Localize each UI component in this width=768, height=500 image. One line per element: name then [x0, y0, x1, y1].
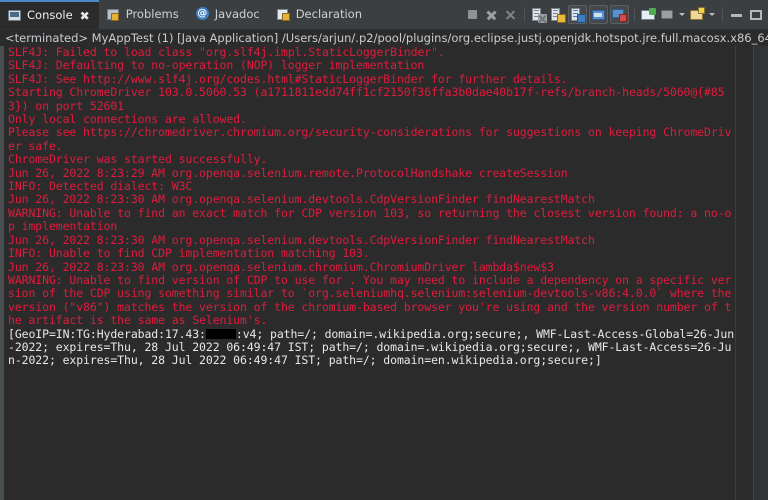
open-console-button[interactable]	[640, 6, 657, 23]
redaction-bar	[206, 329, 236, 339]
right-edge-strip	[753, 46, 768, 500]
close-icon[interactable]: ✖	[80, 10, 90, 22]
remove-all-terminated-button[interactable]	[502, 6, 519, 23]
scroll-lock-button[interactable]	[549, 6, 566, 23]
terminate-button[interactable]	[464, 6, 481, 23]
x-badge-icon	[538, 14, 547, 23]
word-wrap-button[interactable]	[568, 5, 587, 24]
console-error-output: SLF4J: Failed to load class "org.slf4j.i…	[8, 46, 735, 328]
display-selected-console-button[interactable]	[659, 6, 676, 23]
javadoc-at-icon	[196, 8, 210, 22]
console-toolbar	[464, 0, 768, 29]
tab-console[interactable]: Console ✖	[0, 0, 99, 29]
console-body: SLF4J: Failed to load class "org.slf4j.i…	[0, 46, 768, 500]
tab-declaration-label: Declaration	[296, 9, 362, 21]
console-view-window: Console ✖ Problems Javadoc Declaration	[0, 0, 768, 500]
tab-problems-label: Problems	[126, 9, 179, 21]
clear-console-button[interactable]	[530, 6, 547, 23]
show-console-stdout-button[interactable]	[589, 5, 608, 24]
toolbar-separator	[524, 7, 525, 22]
view-tabbar: Console ✖ Problems Javadoc Declaration	[0, 0, 768, 30]
minimize-button[interactable]	[728, 6, 745, 23]
remove-launch-button[interactable]	[483, 6, 500, 23]
console-standard-output: [GeoIP=IN:TG:Hyderabad:17.43::v4; path=/…	[8, 328, 735, 368]
problems-warning-icon	[107, 8, 121, 22]
maximize-button[interactable]	[747, 6, 764, 23]
tab-declaration[interactable]: Declaration	[269, 0, 371, 29]
cookie-output-prefix: [GeoIP=IN:TG:Hyderabad:17.43:	[8, 327, 206, 341]
tab-problems[interactable]: Problems	[99, 0, 188, 29]
new-console-view-button[interactable]	[689, 6, 706, 23]
show-console-stderr-button[interactable]	[610, 5, 629, 24]
lock-badge-icon	[557, 14, 566, 23]
chevron-down-icon[interactable]	[679, 13, 685, 16]
console-scrollbar[interactable]	[735, 46, 753, 500]
toolbar-separator	[634, 7, 635, 22]
tab-javadoc-label: Javadoc	[215, 9, 260, 21]
launch-status-line: <terminated> MyAppTest (1) [Java Applica…	[0, 30, 768, 46]
chevron-down-icon[interactable]	[709, 13, 715, 16]
toolbar-separator	[722, 7, 723, 22]
console-monitor-icon	[8, 9, 22, 23]
wrap-arrow-badge-icon	[577, 14, 586, 23]
console-output-area[interactable]: SLF4J: Failed to load class "org.slf4j.i…	[4, 46, 735, 500]
tab-javadoc[interactable]: Javadoc	[188, 0, 269, 29]
tab-strip: Console ✖ Problems Javadoc Declaration	[0, 0, 371, 29]
tab-console-label: Console	[27, 10, 73, 22]
declaration-doc-icon	[277, 8, 291, 22]
